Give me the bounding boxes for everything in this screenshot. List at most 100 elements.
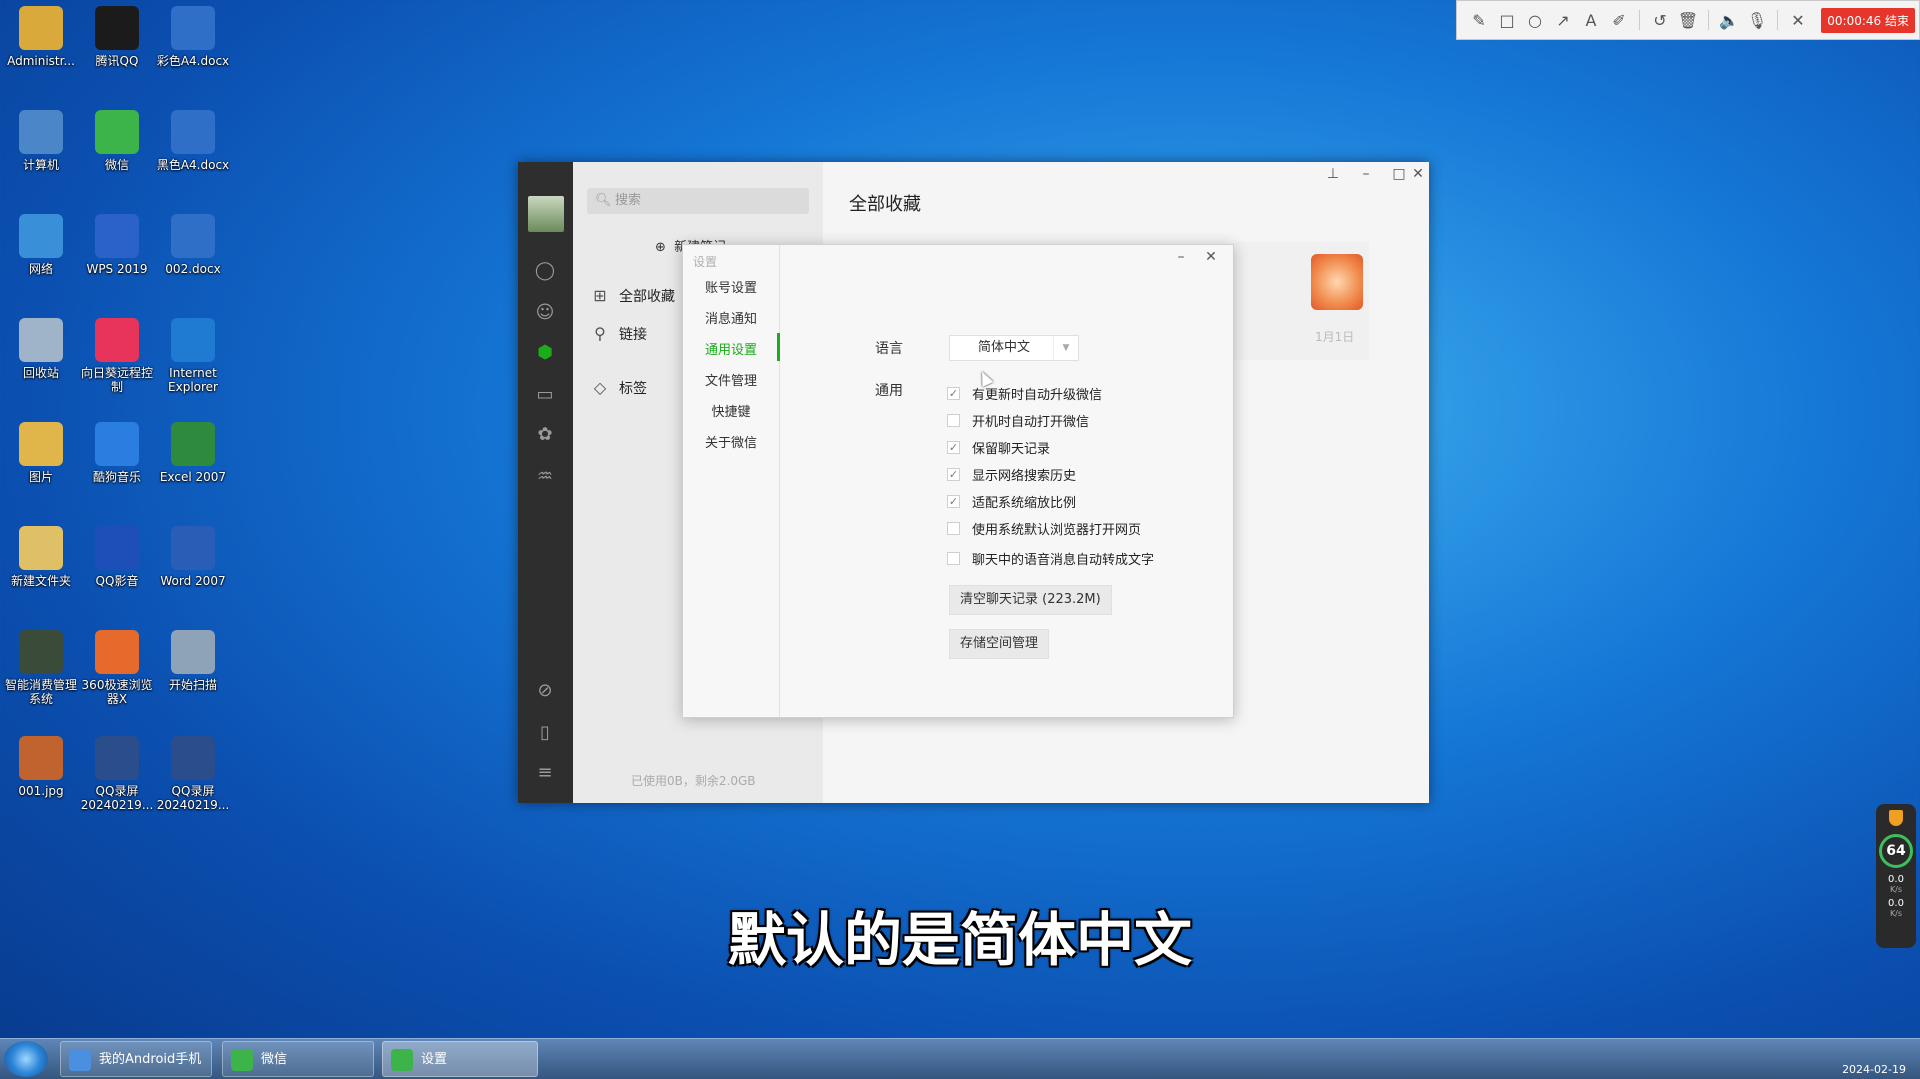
taskbar-button[interactable]: 我的Android手机: [60, 1041, 212, 1077]
nav-label: 全部收藏: [619, 289, 675, 305]
moments-icon[interactable]: ✿: [534, 424, 556, 446]
arrow-icon[interactable]: ↗: [1549, 6, 1577, 34]
settings-menu-item[interactable]: 文件管理: [683, 370, 779, 389]
desktop-icon[interactable]: QQ影音: [76, 526, 158, 588]
taskbar-app-icon: [391, 1049, 413, 1071]
language-select[interactable]: 简体中文 ▼: [949, 335, 1079, 361]
mic-icon[interactable]: 🎙: [1743, 6, 1771, 34]
desktop-icon[interactable]: 002.docx: [152, 214, 234, 276]
setting-checkbox-row[interactable]: ✓ 适配系统缩放比例: [947, 492, 1076, 511]
circle-icon[interactable]: ○: [1521, 6, 1549, 34]
checkbox-unchecked[interactable]: [947, 552, 960, 565]
app-icon: [171, 526, 215, 570]
dialog-minimize-button[interactable]: –: [1173, 249, 1189, 265]
marker-icon[interactable]: ✐: [1605, 6, 1633, 34]
storage-management-button[interactable]: 存储空间管理: [949, 629, 1050, 659]
download-unit: K/s: [1889, 909, 1903, 918]
pin-icon[interactable]: ⊥: [1325, 166, 1341, 182]
app-icon: [171, 6, 215, 50]
desktop-icon[interactable]: 360极速浏览器X: [76, 630, 158, 706]
setting-checkbox-row[interactable]: ✓ 有更新时自动升级微信: [947, 384, 1102, 403]
settings-menu-item[interactable]: 账号设置: [683, 277, 779, 296]
settings-menu-item[interactable]: 消息通知: [683, 308, 779, 327]
desktop-icon[interactable]: 001.jpg: [0, 736, 82, 798]
taskbar-button[interactable]: 设置: [382, 1041, 538, 1077]
maximize-button[interactable]: □: [1391, 166, 1407, 182]
desktop-icon-label: WPS 2019: [86, 262, 148, 276]
start-button[interactable]: [4, 1041, 48, 1077]
app-icon: [171, 630, 215, 674]
settings-menu-item[interactable]: 快捷键: [683, 401, 779, 420]
trash-icon[interactable]: 🗑: [1674, 6, 1702, 34]
undo-icon[interactable]: ↺: [1646, 6, 1674, 34]
setting-checkbox-row[interactable]: ✓ 显示网络搜索历史: [947, 465, 1076, 484]
pencil-icon[interactable]: ✎: [1465, 6, 1493, 34]
menu-icon[interactable]: ≡: [534, 762, 556, 784]
clear-chat-history-button[interactable]: 清空聊天记录 (223.2M): [949, 585, 1112, 615]
favorite-card[interactable]: 1月1日: [1233, 242, 1369, 360]
desktop-icon[interactable]: QQ录屏20240219...: [76, 736, 158, 812]
checkbox-checked[interactable]: ✓: [947, 387, 960, 400]
settings-menu-item[interactable]: 关于微信: [683, 432, 779, 451]
checkbox-checked[interactable]: ✓: [947, 468, 960, 481]
desktop-icon[interactable]: 微信: [76, 110, 158, 172]
desktop-icon-label: QQ影音: [95, 574, 139, 588]
desktop-icon[interactable]: 网络: [0, 214, 82, 276]
setting-label: 保留聊天记录: [972, 442, 1051, 457]
toolbar-separator: [1777, 10, 1778, 30]
desktop-icon[interactable]: 酷狗音乐: [76, 422, 158, 484]
desktop-icon[interactable]: 新建文件夹: [0, 526, 82, 588]
stop-recording-button[interactable]: 00:00:46 结束: [1821, 7, 1915, 33]
checkbox-checked[interactable]: ✓: [947, 441, 960, 454]
nav-item-links[interactable]: ⚲ 链接: [591, 324, 647, 344]
search-input[interactable]: 🔍︎ 搜索: [587, 188, 809, 214]
folder-icon[interactable]: ▭: [534, 384, 556, 406]
phone-icon[interactable]: ▯: [534, 722, 556, 744]
desktop-icon[interactable]: Excel 2007: [152, 422, 234, 484]
desktop-icon[interactable]: 开始扫描: [152, 630, 234, 692]
desktop-icon[interactable]: 计算机: [0, 110, 82, 172]
setting-checkbox-row[interactable]: ✓ 保留聊天记录: [947, 438, 1050, 457]
nav-item-all[interactable]: ⊞ 全部收藏: [591, 286, 675, 306]
toolbar-separator: [1639, 10, 1640, 30]
search-placeholder: 搜索: [615, 193, 642, 208]
checkbox-checked[interactable]: ✓: [947, 495, 960, 508]
dialog-close-button[interactable]: ✕: [1203, 249, 1219, 265]
desktop-icon-label: Excel 2007: [159, 470, 227, 484]
close-button[interactable]: ✕: [1410, 166, 1426, 182]
desktop-icon[interactable]: 智能消费管理系统: [0, 630, 82, 706]
desktop-icon[interactable]: 向日葵远程控制: [76, 318, 158, 394]
desktop-icon[interactable]: 彩色A4.docx: [152, 6, 234, 68]
desktop-icon[interactable]: 回收站: [0, 318, 82, 380]
shield-icon: [1889, 810, 1903, 826]
setting-checkbox-row[interactable]: 开机时自动打开微信: [947, 411, 1089, 430]
desktop-icon[interactable]: 黑色A4.docx: [152, 110, 234, 172]
discover-icon[interactable]: ⊘: [534, 680, 556, 702]
desktop-icon[interactable]: Internet Explorer: [152, 318, 234, 394]
setting-checkbox-row[interactable]: 使用系统默认浏览器打开网页: [947, 519, 1141, 538]
desktop-icon[interactable]: QQ录屏20240219...: [152, 736, 234, 812]
desktop-icon[interactable]: Word 2007: [152, 526, 234, 588]
speaker-icon[interactable]: 🔈: [1715, 6, 1743, 34]
rect-icon[interactable]: □: [1493, 6, 1521, 34]
desktop-icon[interactable]: 图片: [0, 422, 82, 484]
favorites-icon[interactable]: ⬢: [534, 342, 556, 364]
desktop-icon[interactable]: Administr...: [0, 6, 82, 68]
text-icon[interactable]: A: [1577, 6, 1605, 34]
mini-program-icon[interactable]: ♒: [534, 466, 556, 488]
checkbox-unchecked[interactable]: [947, 522, 960, 535]
setting-checkbox-row[interactable]: 聊天中的语音消息自动转成文字: [947, 549, 1154, 568]
desktop-icon[interactable]: 腾讯QQ: [76, 6, 158, 68]
avatar[interactable]: [528, 196, 564, 232]
taskbar-button[interactable]: 微信: [222, 1041, 374, 1077]
checkbox-unchecked[interactable]: [947, 414, 960, 427]
settings-menu-item[interactable]: 通用设置: [683, 333, 780, 361]
desktop-icon[interactable]: WPS 2019: [76, 214, 158, 276]
close-icon[interactable]: ✕: [1784, 6, 1812, 34]
chat-icon[interactable]: ◯: [534, 260, 556, 282]
app-icon: [95, 110, 139, 154]
desktop-icon-label: 彩色A4.docx: [156, 54, 230, 68]
nav-item-tags[interactable]: ◇ 标签: [591, 378, 647, 398]
minimize-button[interactable]: –: [1358, 166, 1374, 182]
contacts-icon[interactable]: ☺: [534, 302, 556, 324]
